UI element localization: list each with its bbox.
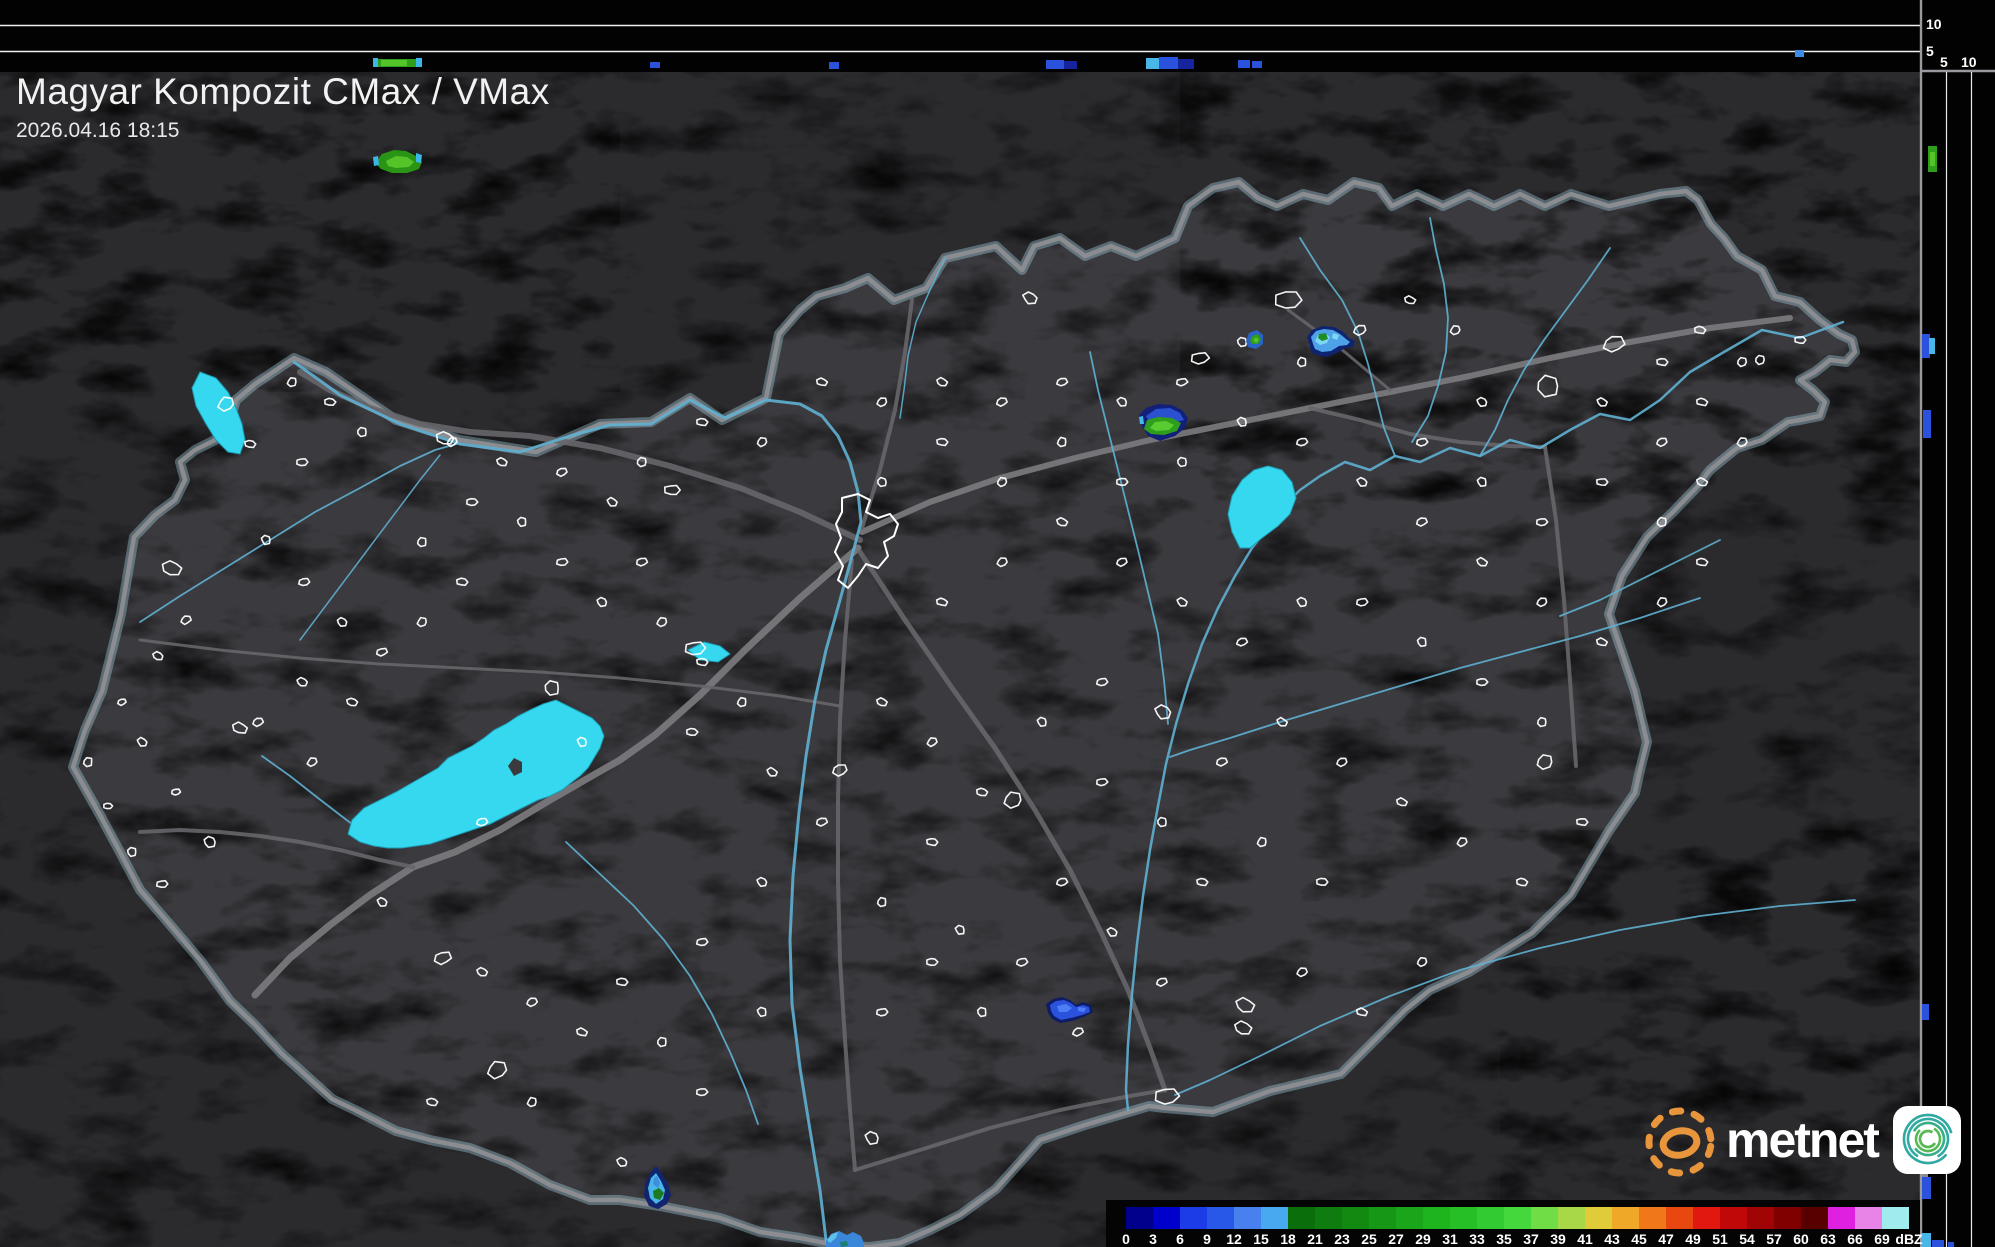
dbz-segment-25 (1369, 1207, 1396, 1229)
dbz-segment-47 (1666, 1207, 1693, 1229)
top-profile-mark (1064, 61, 1077, 69)
dbz-label-25: 25 (1361, 1231, 1377, 1247)
terrain-texture-nw (0, 72, 620, 392)
dbz-segment-33 (1477, 1207, 1504, 1229)
dbz-label-29: 29 (1415, 1231, 1431, 1247)
dbz-label-18: 18 (1280, 1231, 1296, 1247)
map-layer (0, 72, 1920, 1247)
dbz-label-12: 12 (1226, 1231, 1242, 1247)
dbz-segment-60 (1801, 1207, 1828, 1229)
top-profile-mark (1795, 50, 1804, 57)
top-profile-mark (1046, 60, 1064, 69)
top-profile-mark (829, 62, 839, 69)
dbz-label-9: 9 (1203, 1231, 1211, 1247)
dbz-segment-29 (1423, 1207, 1450, 1229)
echo-bottom-blue-layer (840, 1241, 848, 1247)
dbz-colorbar-panel: 0369121518212325272931333537394143454749… (1106, 1200, 1920, 1247)
dbz-segment-27 (1396, 1207, 1423, 1229)
dbz-segment-31 (1450, 1207, 1477, 1229)
dbz-segment-49 (1693, 1207, 1720, 1229)
dbz-segment-51 (1720, 1207, 1747, 1229)
top-profile-mark (1252, 61, 1262, 68)
top-profile-mark (1238, 60, 1250, 68)
right-profile-mark (1930, 152, 1935, 166)
dbz-label-23: 23 (1334, 1231, 1350, 1247)
top-profile-mark (650, 62, 660, 68)
dbz-segment-69 (1882, 1207, 1909, 1229)
dbz-label-0: 0 (1122, 1231, 1130, 1247)
dbz-segment-35 (1504, 1207, 1531, 1229)
sun-icon (1638, 1098, 1722, 1182)
top-profile-mark (381, 60, 407, 66)
right-profile-mark (1929, 338, 1935, 354)
dbz-label-45: 45 (1631, 1231, 1647, 1247)
dbz-label-41: 41 (1577, 1231, 1593, 1247)
dbz-label-49: 49 (1685, 1231, 1701, 1247)
top-profile-mark (373, 58, 378, 67)
dbz-label-51: 51 (1712, 1231, 1728, 1247)
dbz-label-69: 69 (1874, 1231, 1890, 1247)
dbz-label-3: 3 (1149, 1231, 1157, 1247)
top-panel-5km-label: 5 (1926, 44, 1934, 58)
dbz-segment-39 (1558, 1207, 1585, 1229)
dbz-label-35: 35 (1496, 1231, 1512, 1247)
composite-radar-map (0, 0, 1995, 1247)
top-profile-mark (1146, 58, 1159, 69)
dbz-label-33: 33 (1469, 1231, 1485, 1247)
right-profile-mark (1922, 1004, 1929, 1020)
right-panel-5km-label: 5 (1940, 55, 1948, 69)
right-profile-mark (1948, 1242, 1954, 1247)
dbz-segment-66 (1855, 1207, 1882, 1229)
top-profile-panel (0, 0, 1920, 72)
dbz-segment-3 (1153, 1207, 1180, 1229)
right-profile-mark (1922, 334, 1930, 358)
dbz-label-39: 39 (1550, 1231, 1566, 1247)
dbz-label-27: 27 (1388, 1231, 1404, 1247)
dbz-label-66: 66 (1847, 1231, 1863, 1247)
dbz-segment-0 (1126, 1207, 1153, 1229)
dbz-segment-12 (1234, 1207, 1261, 1229)
dbz-segment-54 (1747, 1207, 1774, 1229)
dbz-segment-43 (1612, 1207, 1639, 1229)
right-profile-mark (1932, 1240, 1944, 1247)
metnet-logo: metnet (1638, 1098, 1962, 1182)
echo-nw-green-layer (373, 156, 379, 166)
dbz-segment-23 (1342, 1207, 1369, 1229)
top-panel-10km-label: 10 (1926, 17, 1942, 31)
dbz-segment-57 (1774, 1207, 1801, 1229)
dbz-segment-6 (1180, 1207, 1207, 1229)
dbz-segment-15 (1261, 1207, 1288, 1229)
dbz-segment-41 (1585, 1207, 1612, 1229)
terrain-texture-ne (1180, 72, 1920, 502)
right-profile-mark (1923, 410, 1931, 438)
dbz-label-6: 6 (1176, 1231, 1184, 1247)
metnet-app-icon (1892, 1105, 1962, 1175)
radar-app-window: Magyar Kompozit CMax / VMax 2026.04.16 1… (0, 0, 1995, 1247)
dbz-segment-45 (1639, 1207, 1666, 1229)
right-panel-10km-label: 10 (1961, 55, 1977, 69)
terrain-texture-se (1500, 830, 1920, 1247)
dbz-colorbar (1126, 1207, 1909, 1229)
dbz-segment-18 (1288, 1207, 1315, 1229)
right-profile-panel (1920, 0, 1995, 1247)
dbz-label-57: 57 (1766, 1231, 1782, 1247)
dbz-label-60: 60 (1793, 1231, 1809, 1247)
dbz-label-54: 54 (1739, 1231, 1755, 1247)
dbz-label-15: 15 (1253, 1231, 1269, 1247)
top-profile-mark (1178, 59, 1194, 69)
dbz-segment-63 (1828, 1207, 1855, 1229)
dbz-label-dBZ: dBZ (1895, 1231, 1922, 1247)
top-profile-mark (416, 58, 422, 67)
top-profile-mark (1159, 57, 1178, 69)
dbz-label-31: 31 (1442, 1231, 1458, 1247)
dbz-label-43: 43 (1604, 1231, 1620, 1247)
dbz-segment-21 (1315, 1207, 1342, 1229)
logo-text: metnet (1726, 1111, 1878, 1169)
dbz-label-37: 37 (1523, 1231, 1539, 1247)
dbz-label-21: 21 (1307, 1231, 1323, 1247)
dbz-segment-37 (1531, 1207, 1558, 1229)
dbz-label-63: 63 (1820, 1231, 1836, 1247)
dbz-label-47: 47 (1658, 1231, 1674, 1247)
dbz-segment-9 (1207, 1207, 1234, 1229)
